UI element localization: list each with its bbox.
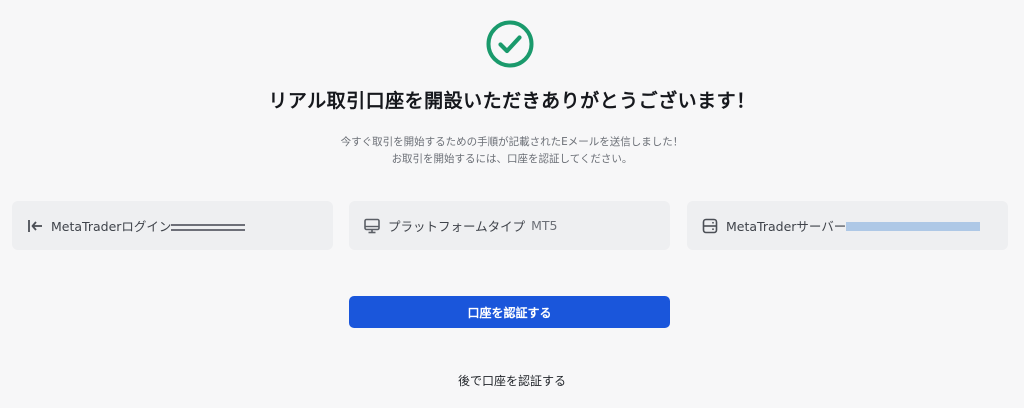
instructions-line-2: お取引を開始するには、口座を認証してください。	[391, 153, 633, 165]
instructions-text: 今すぐ取引を開始するための手順が記載されたEメールを送信しました！ お取引を開始…	[0, 134, 1024, 168]
mt-server-value-redacted	[846, 222, 981, 231]
platform-type-value: MT5	[531, 218, 558, 233]
account-opened-page: リアル取引口座を開設いただきありがとうございます！ 今すぐ取引を開始するための手…	[0, 0, 1024, 408]
instructions-line-1: 今すぐ取引を開始するための手順が記載されたEメールを送信しました！	[340, 136, 684, 148]
platform-type-label: プラットフォームタイプ	[388, 219, 526, 234]
mt-login-card: MetaTraderログイン	[12, 201, 333, 250]
monitor-icon	[363, 217, 381, 235]
mt-server-label: MetaTraderサーバー	[726, 219, 847, 234]
verify-account-button[interactable]: 口座を認証する	[349, 296, 670, 328]
check-circle-icon	[486, 20, 534, 68]
mt-server-card: MetaTraderサーバー	[687, 201, 1008, 250]
mt-login-label: MetaTraderログイン	[51, 219, 172, 234]
mt-login-value-redacted	[171, 221, 246, 233]
platform-type-card: プラットフォームタイプ MT5	[349, 201, 670, 250]
server-icon	[701, 217, 719, 235]
verify-later-link[interactable]: 後で口座を認証する	[0, 372, 1024, 389]
page-title: リアル取引口座を開設いただきありがとうございます！	[268, 90, 756, 112]
login-arrow-icon	[26, 217, 44, 235]
